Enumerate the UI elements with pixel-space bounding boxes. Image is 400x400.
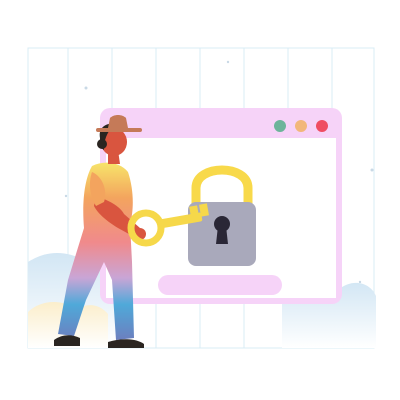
hat-brim bbox=[96, 128, 142, 132]
input-bar bbox=[158, 275, 282, 295]
red-dot-icon bbox=[316, 120, 328, 132]
right-shoe bbox=[108, 339, 144, 348]
green-dot-icon bbox=[274, 120, 286, 132]
illustration-scene bbox=[0, 0, 400, 400]
security-illustration bbox=[27, 47, 376, 349]
orange-dot-icon bbox=[295, 120, 307, 132]
